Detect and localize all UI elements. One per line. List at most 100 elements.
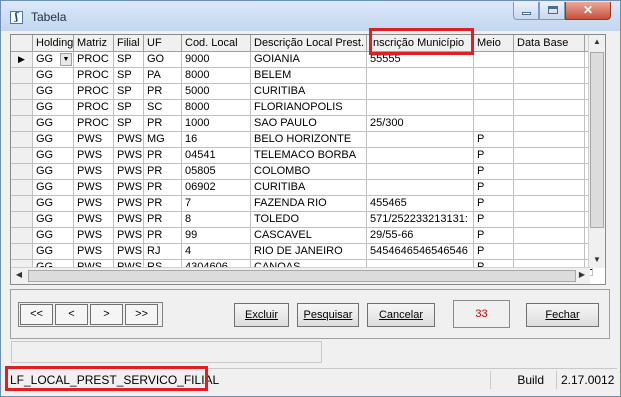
- table-cell[interactable]: P: [474, 196, 514, 212]
- table-cell[interactable]: PR: [144, 164, 182, 180]
- table-cell[interactable]: 04541: [182, 148, 251, 164]
- table-cell[interactable]: PWS: [114, 132, 144, 148]
- table-cell[interactable]: [514, 68, 585, 84]
- table-cell[interactable]: PROC: [74, 52, 114, 68]
- row-indicator[interactable]: [11, 196, 33, 212]
- table-cell[interactable]: GG: [33, 180, 74, 196]
- table-cell[interactable]: TOLEDO: [251, 212, 367, 228]
- table-cell[interactable]: 5000: [182, 84, 251, 100]
- table-cell[interactable]: P: [474, 212, 514, 228]
- table-cell[interactable]: CURITIBA: [251, 84, 367, 100]
- table-cell[interactable]: PR: [144, 116, 182, 132]
- table-cell[interactable]: PWS: [114, 212, 144, 228]
- table-cell[interactable]: 8000: [182, 100, 251, 116]
- row-indicator[interactable]: [11, 116, 33, 132]
- scroll-up-icon[interactable]: ▲: [589, 35, 605, 49]
- column-header[interactable]: UF: [144, 35, 182, 52]
- column-header[interactable]: Data Base: [514, 35, 585, 52]
- table-cell[interactable]: GG: [33, 212, 74, 228]
- table-cell[interactable]: [367, 68, 474, 84]
- table-cell[interactable]: PWS: [74, 164, 114, 180]
- table-row[interactable]: GGPWSPWSPR99CASCAVEL29/55-66PE: [11, 228, 593, 244]
- row-indicator[interactable]: [11, 84, 33, 100]
- previous-record-button[interactable]: <: [55, 304, 88, 325]
- table-cell[interactable]: 5454646546546546: [367, 244, 474, 260]
- table-cell[interactable]: FLORIANOPOLIS: [251, 100, 367, 116]
- column-header[interactable]: Descrição Local Prest.: [251, 35, 367, 52]
- table-cell[interactable]: SP: [114, 84, 144, 100]
- table-cell[interactable]: PWS: [114, 164, 144, 180]
- table-cell[interactable]: PWS: [74, 244, 114, 260]
- table-cell[interactable]: [367, 100, 474, 116]
- horizontal-scrollbar[interactable]: ◀ ▶: [11, 267, 590, 284]
- indicator-header[interactable]: [11, 35, 33, 52]
- table-cell[interactable]: 55555: [367, 52, 474, 68]
- table-row[interactable]: GGPROCSPPA8000BELEM0: [11, 68, 593, 84]
- table-cell[interactable]: PWS: [114, 196, 144, 212]
- table-row[interactable]: ▶GG▼PROCSPGO9000GOIANIA555550: [11, 52, 593, 68]
- first-record-button[interactable]: <<: [20, 304, 53, 325]
- row-indicator[interactable]: [11, 148, 33, 164]
- table-cell[interactable]: PWS: [74, 196, 114, 212]
- table-cell[interactable]: GG: [33, 228, 74, 244]
- table-cell[interactable]: PROC: [74, 68, 114, 84]
- table-cell[interactable]: [367, 84, 474, 100]
- table-cell[interactable]: 29/55-66: [367, 228, 474, 244]
- table-cell[interactable]: P: [474, 132, 514, 148]
- table-cell[interactable]: GG: [33, 132, 74, 148]
- table-row[interactable]: GGPWSPWSPR8TOLEDO571/252233213131:PE: [11, 212, 593, 228]
- table-cell[interactable]: P: [474, 180, 514, 196]
- next-record-button[interactable]: >: [90, 304, 123, 325]
- table-cell[interactable]: [514, 52, 585, 68]
- table-cell[interactable]: PR: [144, 180, 182, 196]
- table-cell[interactable]: 455465: [367, 196, 474, 212]
- last-record-button[interactable]: >>: [125, 304, 158, 325]
- table-cell[interactable]: [367, 164, 474, 180]
- table-row[interactable]: GGPWSPWSPR05805COLOMBOPI: [11, 164, 593, 180]
- table-cell[interactable]: [474, 52, 514, 68]
- row-indicator[interactable]: [11, 244, 33, 260]
- table-row[interactable]: GGPROCSPPR1000SAO PAULO25/3000: [11, 116, 593, 132]
- table-cell[interactable]: [514, 84, 585, 100]
- table-cell[interactable]: PWS: [74, 148, 114, 164]
- table-cell[interactable]: 9000: [182, 52, 251, 68]
- table-row[interactable]: GGPROCSPSC8000FLORIANOPOLIS0: [11, 100, 593, 116]
- table-cell[interactable]: PWS: [114, 180, 144, 196]
- table-cell[interactable]: PWS: [114, 148, 144, 164]
- table-cell[interactable]: GOIANIA: [251, 52, 367, 68]
- table-cell[interactable]: [514, 180, 585, 196]
- table-row[interactable]: GGPWSPWSPR06902CURITIBAPI: [11, 180, 593, 196]
- table-cell[interactable]: P: [474, 244, 514, 260]
- table-cell[interactable]: 25/300: [367, 116, 474, 132]
- table-cell[interactable]: P: [474, 228, 514, 244]
- table-cell[interactable]: 05805: [182, 164, 251, 180]
- table-cell[interactable]: SC: [144, 100, 182, 116]
- table-cell[interactable]: 7: [182, 196, 251, 212]
- table-cell[interactable]: P: [474, 148, 514, 164]
- table-cell[interactable]: PA: [144, 68, 182, 84]
- column-header[interactable]: Inscrição Município: [367, 35, 474, 52]
- table-cell[interactable]: [474, 68, 514, 84]
- table-cell[interactable]: GG: [33, 148, 74, 164]
- table-cell[interactable]: [514, 212, 585, 228]
- table-cell[interactable]: [367, 148, 474, 164]
- maximize-button[interactable]: [539, 2, 565, 20]
- table-cell[interactable]: 1000: [182, 116, 251, 132]
- table-cell[interactable]: 571/252233213131:: [367, 212, 474, 228]
- chevron-down-icon[interactable]: ▼: [60, 53, 72, 66]
- table-row[interactable]: GGPWSPWSMG16BELO HORIZONTEPE: [11, 132, 593, 148]
- table-cell[interactable]: TELEMACO BORBA: [251, 148, 367, 164]
- vertical-scrollbar[interactable]: ▲ ▼: [588, 35, 605, 268]
- scroll-right-icon[interactable]: ▶: [574, 268, 590, 282]
- table-cell[interactable]: MG: [144, 132, 182, 148]
- table-cell[interactable]: GG: [33, 68, 74, 84]
- table-cell[interactable]: [514, 164, 585, 180]
- table-cell[interactable]: SP: [114, 116, 144, 132]
- table-cell[interactable]: P: [474, 164, 514, 180]
- table-cell[interactable]: SP: [114, 100, 144, 116]
- table-cell[interactable]: PWS: [114, 244, 144, 260]
- row-indicator[interactable]: [11, 68, 33, 84]
- table-cell[interactable]: [514, 132, 585, 148]
- scroll-left-icon[interactable]: ◀: [11, 268, 27, 282]
- column-header[interactable]: Matriz: [74, 35, 114, 52]
